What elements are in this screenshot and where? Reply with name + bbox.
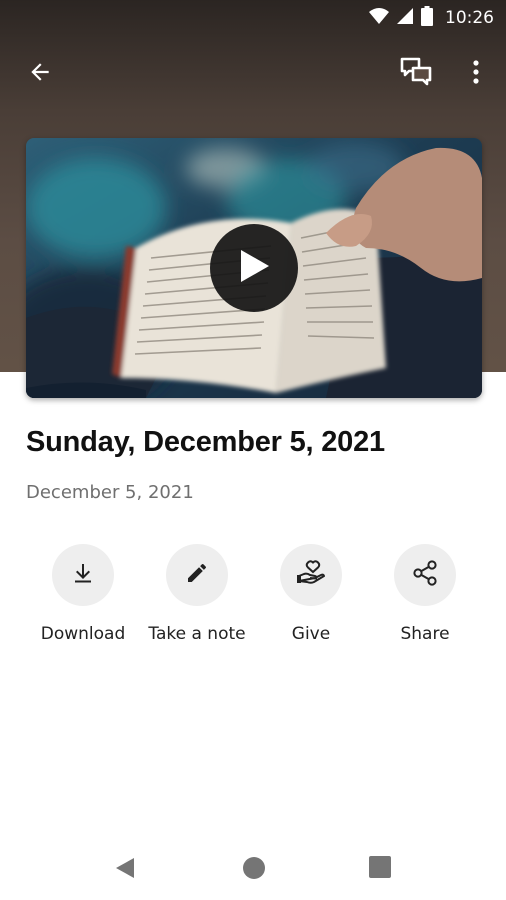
nav-back-icon[interactable] [114, 856, 136, 884]
take-note-action[interactable]: Take a note [137, 544, 257, 654]
play-icon [237, 248, 271, 288]
download-button[interactable] [52, 544, 114, 606]
nav-home-icon[interactable] [242, 856, 266, 884]
download-label: Download [40, 624, 126, 644]
give-button[interactable] [280, 544, 342, 606]
nav-recents-icon[interactable] [369, 856, 391, 882]
wifi-icon [369, 7, 389, 29]
take-note-button[interactable] [166, 544, 228, 606]
take-note-label: Take a note [148, 624, 246, 644]
status-time: 10:26 [445, 8, 494, 28]
give-heart-hand-icon [297, 560, 325, 590]
chat-button[interactable] [396, 54, 436, 94]
chat-bubbles-icon [400, 57, 432, 91]
share-icon [412, 560, 438, 590]
sermon-date: December 5, 2021 [26, 482, 194, 503]
download-action[interactable]: Download [23, 544, 143, 654]
battery-icon [421, 6, 433, 30]
status-bar: 10:26 [0, 0, 506, 36]
share-label: Share [400, 624, 450, 644]
system-nav-bar [0, 836, 506, 900]
share-button[interactable] [394, 544, 456, 606]
download-icon [71, 561, 95, 589]
arrow-back-icon [27, 59, 53, 89]
action-row: Download Take a note Give Share [0, 544, 506, 654]
video-player[interactable] [26, 138, 482, 398]
play-button[interactable] [210, 224, 298, 312]
share-action[interactable]: Share [365, 544, 485, 654]
back-button[interactable] [20, 54, 60, 94]
app-bar [0, 48, 506, 100]
more-vert-icon [472, 60, 480, 88]
more-options-button[interactable] [456, 54, 496, 94]
pencil-icon [185, 561, 209, 589]
give-action[interactable]: Give [251, 544, 371, 654]
signal-icon [397, 7, 413, 29]
sermon-title: Sunday, December 5, 2021 [26, 426, 385, 458]
give-label: Give [291, 624, 331, 644]
